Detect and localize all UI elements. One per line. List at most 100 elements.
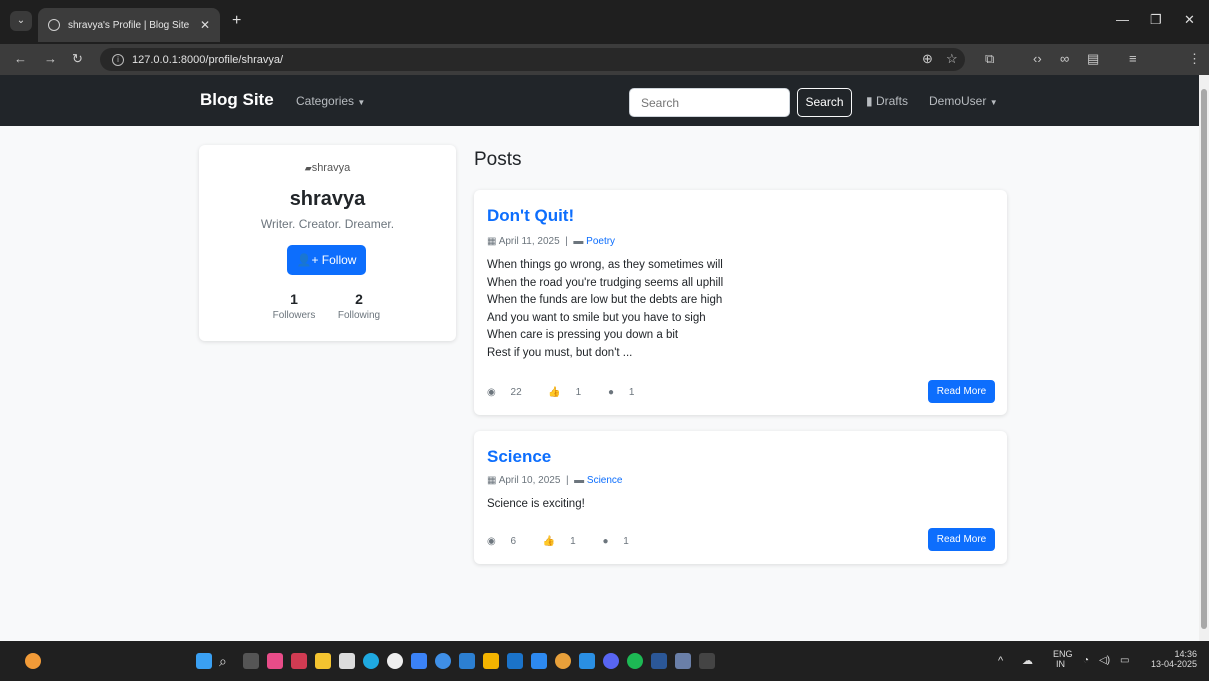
site-brand[interactable]: Blog Site: [200, 90, 274, 110]
follow-button[interactable]: 👤+ Follow: [287, 245, 366, 275]
address-bar[interactable]: i 127.0.0.1:8000/profile/shravya/: [100, 48, 965, 71]
views-stat: ◉ 22: [487, 387, 534, 398]
app-icon[interactable]: [435, 653, 451, 669]
back-icon[interactable]: ←: [14, 51, 27, 66]
post-category[interactable]: Science: [587, 475, 623, 486]
terminal-icon[interactable]: [699, 653, 715, 669]
drafts-link[interactable]: ▮ Drafts: [866, 94, 908, 108]
app-icon[interactable]: [387, 653, 403, 669]
following-count: 2: [355, 291, 363, 307]
outlook-icon[interactable]: [507, 653, 523, 669]
site-info-icon[interactable]: i: [112, 53, 124, 66]
user-plus-icon: 👤+: [296, 253, 319, 267]
comments-stat[interactable]: ● 1: [608, 387, 646, 398]
profile-image-alt: shravya: [311, 162, 351, 174]
followers-stat[interactable]: 1 Followers: [259, 291, 329, 321]
task-view-icon[interactable]: [243, 653, 259, 669]
comment-icon: ●: [608, 387, 615, 398]
page-content: Blog Site Categories ▼ Search ▮ Drafts D…: [0, 75, 1199, 641]
post-date: April 10, 2025: [498, 475, 561, 486]
bookmark-star-icon[interactable]: ☆: [946, 51, 958, 67]
sticky-notes-icon[interactable]: [483, 653, 499, 669]
url-text: 127.0.0.1:8000/profile/shravya/: [132, 53, 284, 66]
app-icon[interactable]: [531, 653, 547, 669]
forward-icon[interactable]: →: [44, 51, 57, 66]
wifi-icon[interactable]: ◔: [1083, 655, 1089, 666]
tab-list-icon[interactable]: ≡: [1129, 51, 1137, 66]
post-meta: ▦ April 10, 2025 | ▬ Science: [487, 475, 622, 486]
user-dropdown[interactable]: DemoUser ▼: [929, 94, 998, 108]
extensions-icon[interactable]: ⧉: [985, 51, 994, 67]
page-scrollbar[interactable]: [1199, 75, 1209, 641]
profile-bio: Writer. Creator. Dreamer.: [260, 217, 395, 231]
copilot-icon[interactable]: [267, 653, 283, 669]
file-icon: ▮: [866, 94, 873, 108]
battery-icon[interactable]: ▭: [1120, 655, 1129, 666]
windows-start-icon[interactable]: [196, 653, 212, 669]
post-excerpt: Science is exciting!: [487, 496, 585, 514]
app-icon[interactable]: [675, 653, 691, 669]
menu-kebab-icon[interactable]: ⋮: [1188, 51, 1201, 67]
app-icon[interactable]: [459, 653, 475, 669]
scrollbar-thumb[interactable]: [1201, 89, 1207, 629]
tab-search-chevron-icon[interactable]: ⌄: [10, 11, 32, 31]
read-more-button[interactable]: Read More: [928, 528, 995, 551]
calendar-icon: ▦: [487, 236, 497, 247]
drafts-label: Drafts: [875, 94, 908, 108]
read-more-button[interactable]: Read More: [928, 380, 995, 403]
likes-count: 1: [575, 387, 582, 398]
store-icon[interactable]: [339, 653, 355, 669]
post-title[interactable]: Science: [487, 447, 551, 467]
post-category[interactable]: Poetry: [586, 236, 615, 247]
file-explorer-icon[interactable]: [315, 653, 331, 669]
likes-stat[interactable]: 👍 1: [548, 387, 593, 398]
meta-divider: |: [562, 236, 571, 247]
eye-icon: ◉: [487, 387, 496, 398]
devtools-icon[interactable]: ‹›: [1033, 51, 1042, 66]
following-stat[interactable]: 2 Following: [324, 291, 394, 321]
search-button[interactable]: Search: [797, 88, 852, 117]
likes-count: 1: [570, 536, 576, 547]
language-indicator[interactable]: ENG IN: [1053, 649, 1073, 669]
close-window-icon[interactable]: ✕: [1184, 12, 1195, 28]
word-icon[interactable]: [651, 653, 667, 669]
weather-widget-icon[interactable]: [25, 653, 41, 669]
meta-divider: |: [563, 475, 572, 486]
tray-chevron-icon[interactable]: ^: [998, 655, 1003, 667]
reload-icon[interactable]: ↻: [72, 51, 83, 67]
notepad-icon[interactable]: [411, 653, 427, 669]
onedrive-icon[interactable]: ☁: [1022, 654, 1033, 667]
zoom-icon[interactable]: ⊕: [922, 51, 933, 67]
app-icon[interactable]: [291, 653, 307, 669]
edge-icon[interactable]: [363, 653, 379, 669]
spotify-icon[interactable]: [627, 653, 643, 669]
broken-image-icon: ▰: [304, 163, 312, 173]
reading-mode-icon[interactable]: ▤: [1087, 51, 1099, 67]
browser-tab[interactable]: shravya's Profile | Blog Site ✕: [38, 8, 220, 42]
search-input[interactable]: [629, 88, 790, 117]
calendar-icon: ▦: [487, 475, 497, 486]
minimize-icon[interactable]: —: [1116, 12, 1129, 27]
post-meta: ▦ April 11, 2025 | ▬ Poetry: [487, 236, 615, 247]
new-tab-button[interactable]: +: [232, 12, 241, 30]
comments-count: 1: [628, 387, 635, 398]
post-title[interactable]: Don't Quit!: [487, 206, 574, 226]
close-tab-icon[interactable]: ✕: [200, 18, 210, 32]
clock[interactable]: 14:36 13-04-2025: [1141, 649, 1197, 669]
likes-stat[interactable]: 👍 1: [543, 536, 588, 547]
vscode-icon[interactable]: [579, 653, 595, 669]
caret-down-icon: ▼: [989, 98, 998, 107]
restore-icon[interactable]: ❐: [1150, 12, 1162, 28]
search-icon[interactable]: ⌕: [219, 653, 235, 669]
link-icon[interactable]: ∞: [1060, 51, 1069, 66]
browser-tab-bar: ⌄ shravya's Profile | Blog Site ✕ + — ❐ …: [0, 0, 1209, 44]
post-date: April 11, 2025: [498, 236, 560, 247]
chrome-icon[interactable]: [555, 653, 571, 669]
volume-icon[interactable]: ◁): [1099, 655, 1110, 666]
comments-stat[interactable]: ● 1: [602, 536, 640, 547]
categories-dropdown[interactable]: Categories ▼: [296, 94, 365, 108]
discord-icon[interactable]: [603, 653, 619, 669]
folder-icon: ▬: [573, 236, 584, 247]
user-label: DemoUser: [929, 94, 987, 108]
browser-toolbar: ← → ↻ i 127.0.0.1:8000/profile/shravya/ …: [0, 44, 1209, 113]
